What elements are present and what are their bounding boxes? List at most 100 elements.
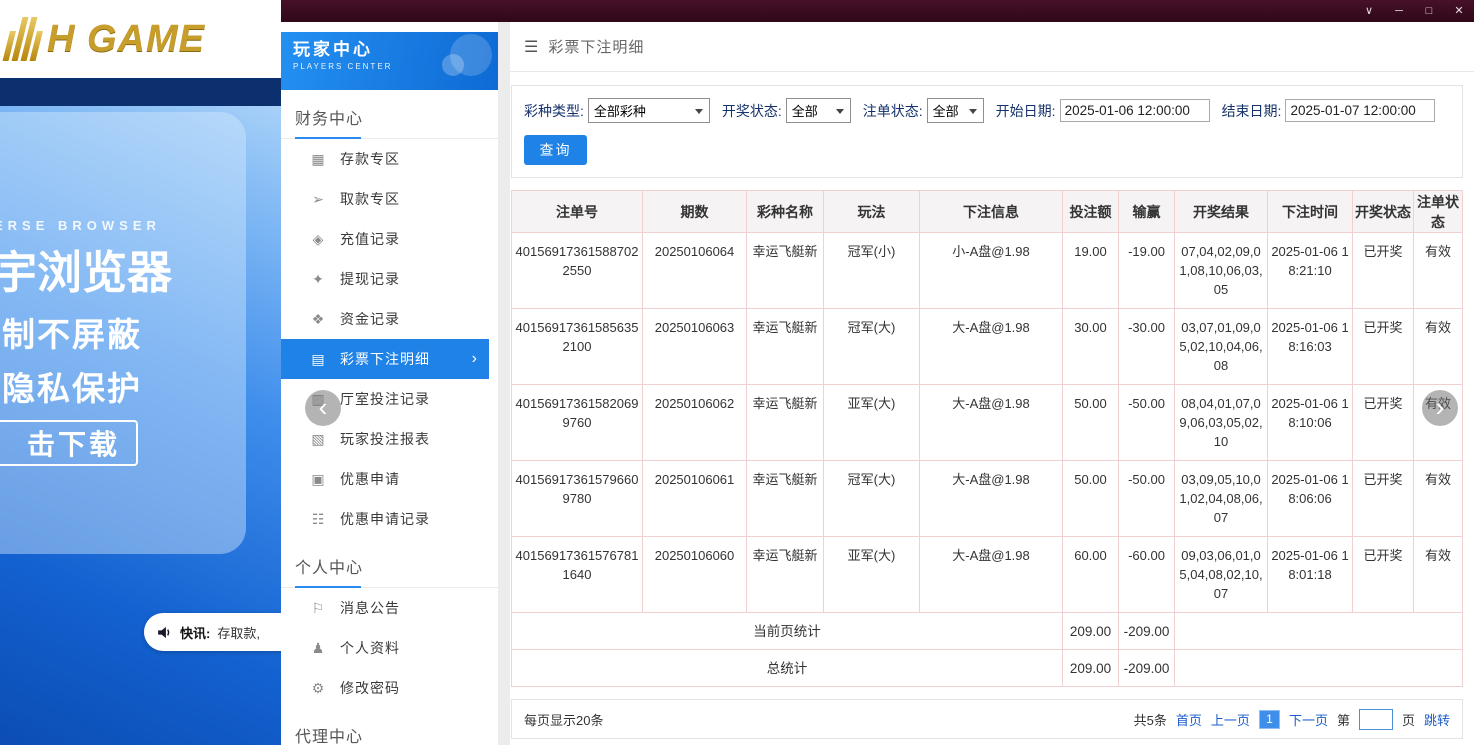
table-cell: 亚军(大) (824, 537, 920, 613)
sidebar-item-change-password[interactable]: ⚙ 修改密码 (281, 668, 489, 708)
table-cell: 已开奖 (1353, 233, 1414, 309)
funds-records-icon: ❖ (309, 311, 327, 328)
search-button[interactable]: 查询 (524, 135, 587, 165)
pagination-controls: 共5条 首页 上一页 1 下一页 第 页 跳转 (1134, 709, 1450, 730)
site-logo[interactable]: H GAME (0, 0, 281, 78)
table-cell: 幸运飞艇新 (747, 233, 824, 309)
table-cell: 幸运飞艇新 (747, 385, 824, 461)
close-button[interactable]: ✕ (1444, 0, 1474, 22)
sidebar-item-label: 存款专区 (340, 149, 400, 169)
table-cell: 20250106062 (643, 385, 747, 461)
table-row: 40156917361576781164020250106060幸运飞艇新亚军(… (512, 537, 1463, 613)
minimize-button[interactable]: ─ (1384, 0, 1414, 22)
hamburger-menu-icon[interactable]: ☰ (524, 37, 538, 57)
promo-apply-icon: ▣ (309, 471, 327, 488)
summary-winloss: -209.00 (1119, 613, 1175, 650)
summary-empty-cell (1175, 613, 1463, 650)
table-cell: 小-A盘@1.98 (920, 233, 1063, 309)
table-cell: 401569173615796609780 (512, 461, 643, 537)
first-page-link[interactable]: 首页 (1176, 710, 1202, 729)
table-cell: 已开奖 (1353, 461, 1414, 537)
filter-row: 彩种类型: 全部彩种 开奖状态: 全部 注单状态: 全部 开始日期: 结束日期: (524, 98, 1450, 123)
table-cell: 2025-01-06 18:06:06 (1268, 461, 1353, 537)
sidebar-item-label: 修改密码 (340, 678, 400, 698)
prev-page-link[interactable]: 上一页 (1211, 710, 1250, 729)
next-page-link[interactable]: 下一页 (1289, 710, 1328, 729)
table-cell: 幸运飞艇新 (747, 309, 824, 385)
page-jump-input[interactable] (1359, 709, 1393, 730)
table-cell: 03,09,05,10,01,02,04,08,06,07 (1175, 461, 1268, 537)
jump-button[interactable]: 跳转 (1424, 710, 1450, 729)
chevron-right-icon: › (472, 351, 477, 367)
start-date-label: 开始日期: (996, 101, 1056, 121)
carousel-prev-icon[interactable]: ‹ (305, 390, 341, 426)
sidebar-subtitle: PLAYERS CENTER (293, 62, 486, 71)
sidebar-item-deposit-zone[interactable]: ▦ 存款专区 (281, 139, 489, 179)
table-cell: -30.00 (1119, 309, 1175, 385)
logo-bars-icon (3, 17, 47, 61)
deposit-zone-icon: ▦ (309, 151, 327, 168)
promo-line-1: 制不屏蔽 (2, 308, 142, 356)
table-cell: 20250106063 (643, 309, 747, 385)
carousel-next-icon[interactable]: › (1422, 390, 1458, 426)
sidebar-item-announcements[interactable]: ⚐消息公告 (281, 588, 489, 628)
withdrawal-records-icon: ✦ (309, 271, 327, 288)
table-cell: 20250106060 (643, 537, 747, 613)
table-body: 40156917361588702255020250106064幸运飞艇新冠军(… (512, 233, 1463, 687)
table-cell: 冠军(大) (824, 461, 920, 537)
current-page-badge[interactable]: 1 (1259, 710, 1280, 729)
sidebar-item-withdraw-zone[interactable]: ➢ 取款专区 (281, 179, 489, 219)
promo-headline: 宇浏览器 (0, 236, 172, 301)
table-cell: 大-A盘@1.98 (920, 385, 1063, 461)
table-cell: 冠军(小) (824, 233, 920, 309)
end-date-input[interactable] (1285, 99, 1435, 122)
sidebar-item-label: 玩家投注报表 (340, 429, 430, 449)
news-ticker: 快讯: 存取款, (144, 613, 281, 651)
order-status-select[interactable]: 全部 (927, 98, 984, 123)
maximize-button[interactable]: □ (1414, 0, 1444, 22)
sidebar-item-funds-records[interactable]: ❖资金记录 (281, 299, 489, 339)
sidebar-item-lottery-bet-details[interactable]: ▤彩票下注明细› (281, 339, 489, 379)
promo-line-2: 隐私保护 (2, 362, 142, 410)
sidebar-item-promo-apply-records[interactable]: ☷ 优惠申请记录 (281, 499, 489, 539)
sidebar-item-recharge-records[interactable]: ◈充值记录 (281, 219, 489, 259)
sidebar-header: 玩家中心 PLAYERS CENTER (281, 32, 498, 90)
sidebar-item-label: 个人资料 (340, 638, 400, 658)
players-center-panel: 玩家中心 PLAYERS CENTER 财务中心▦存款专区➢取款专区◈充值记录✦… (281, 22, 1474, 745)
sidebar-item-label: 优惠申请记录 (340, 509, 430, 529)
table-cell: 401569173615820699760 (512, 385, 643, 461)
table-cell: 大-A盘@1.98 (920, 461, 1063, 537)
table-cell: 冠军(大) (824, 309, 920, 385)
jump-prefix-text: 第 (1337, 710, 1350, 729)
sidebar-item-label: 优惠申请 (340, 469, 400, 489)
site-nav-strip (0, 78, 281, 106)
dropdown-button[interactable]: ∨ (1354, 0, 1384, 22)
lottery-type-select[interactable]: 全部彩种 (588, 98, 710, 123)
table-row: 40156917361582069976020250106062幸运飞艇新亚军(… (512, 385, 1463, 461)
table-cell: 2025-01-06 18:16:03 (1268, 309, 1353, 385)
sidebar-title: 玩家中心 (293, 38, 486, 62)
table-cell: 50.00 (1063, 385, 1119, 461)
sidebar-item-withdrawal-records[interactable]: ✦提现记录 (281, 259, 489, 299)
total-summary-row: 总统计209.00-209.00 (512, 650, 1463, 687)
table-cell: 有效 (1414, 309, 1463, 385)
draw-status-select[interactable]: 全部 (786, 98, 851, 123)
promo-apply-records-icon: ☷ (309, 511, 327, 528)
sidebar-item-label: 取款专区 (340, 189, 400, 209)
content-body: 彩种类型: 全部彩种 开奖状态: 全部 注单状态: 全部 开始日期: 结束日期:… (510, 72, 1474, 745)
start-date-input[interactable] (1060, 99, 1210, 122)
change-password-icon: ⚙ (309, 680, 327, 697)
total-count-text: 共5条 (1134, 710, 1167, 729)
table-cell: 401569173615887022550 (512, 233, 643, 309)
table-cell: 50.00 (1063, 461, 1119, 537)
table-cell: 19.00 (1063, 233, 1119, 309)
sidebar-item-promo-apply[interactable]: ▣ 优惠申请 (281, 459, 489, 499)
sidebar-item-profile[interactable]: ♟个人资料 (281, 628, 489, 668)
column-header: 玩法 (824, 191, 920, 233)
table-header-row: 注单号期数彩种名称玩法下注信息投注额输赢开奖结果下注时间开奖状态注单状态 (512, 191, 1463, 233)
table-cell: -50.00 (1119, 385, 1175, 461)
sidebar-item-player-bet-report[interactable]: ▧玩家投注报表 (281, 419, 489, 459)
download-button[interactable]: 击下载 (0, 420, 138, 466)
jump-suffix-text: 页 (1402, 710, 1415, 729)
withdraw-zone-icon: ➢ (309, 191, 327, 208)
